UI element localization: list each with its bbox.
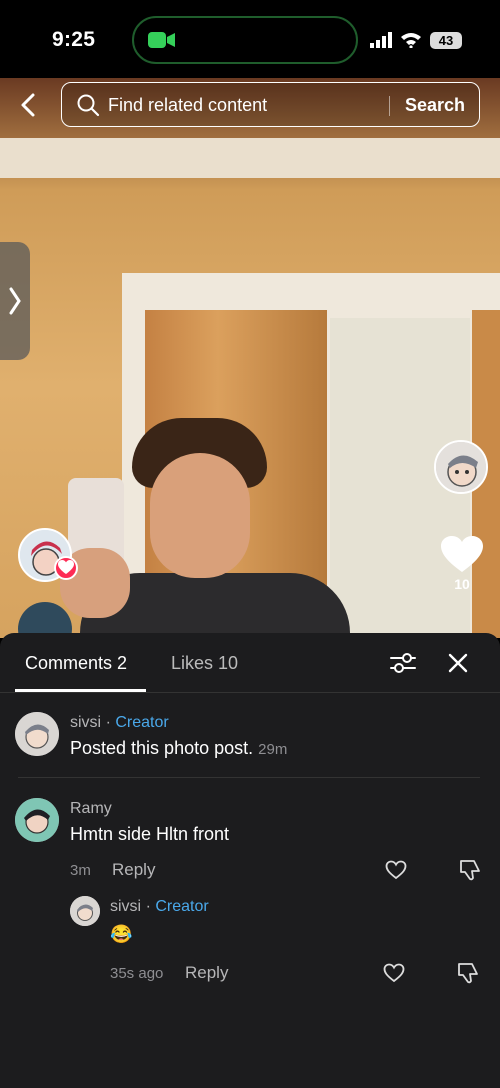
comment-text: Hmtn side Hltn front xyxy=(70,824,230,844)
search-divider xyxy=(389,96,390,116)
comment-text: Posted this photo post. xyxy=(70,738,254,758)
commenter-avatar[interactable] xyxy=(15,712,59,756)
search-icon xyxy=(77,94,100,117)
tab-likes[interactable]: Likes 10 xyxy=(171,653,238,674)
name-separator: · xyxy=(145,898,151,915)
creator-avatar[interactable] xyxy=(434,440,488,494)
heart-outline-icon[interactable] xyxy=(383,963,405,983)
chevron-right-icon xyxy=(9,287,21,315)
like-count: 10 xyxy=(454,576,470,592)
liked-heart-badge xyxy=(54,556,78,580)
reply-text: 😂 xyxy=(110,924,133,944)
heart-outline-icon[interactable] xyxy=(385,860,407,880)
cartoon-avatar-icon xyxy=(15,712,59,756)
battery-indicator: 43 xyxy=(430,31,462,49)
status-bar: 9:25 43 xyxy=(0,0,500,78)
heart-icon xyxy=(58,560,74,574)
wifi-icon xyxy=(401,33,421,48)
dynamic-island xyxy=(132,16,358,64)
dislike-icon[interactable] xyxy=(456,962,480,984)
reply-button[interactable]: Reply xyxy=(112,860,155,880)
creator-badge: Creator xyxy=(115,714,169,731)
author-name[interactable]: sivsi xyxy=(70,714,101,731)
status-time: 9:25 xyxy=(52,28,96,51)
video-camera-icon xyxy=(148,32,175,48)
status-icons: 43 xyxy=(370,30,462,50)
reply-time: 35s ago xyxy=(110,965,164,982)
close-icon[interactable] xyxy=(447,652,469,674)
cartoon-avatar-icon xyxy=(70,896,100,926)
panel-tabs: Comments 2 Likes 10 xyxy=(0,633,500,693)
side-panel-handle[interactable] xyxy=(0,242,30,360)
comment-divider xyxy=(18,777,480,778)
author-name[interactable]: sivsi xyxy=(110,898,141,915)
heart-icon[interactable] xyxy=(441,536,483,574)
comment-body: Posted this photo post. 29m xyxy=(70,738,287,759)
name-separator: · xyxy=(105,714,111,731)
back-arrow-icon[interactable] xyxy=(14,90,44,120)
creator-badge: Creator xyxy=(155,898,209,915)
post-photo[interactable] xyxy=(0,78,500,638)
commenter-avatar[interactable] xyxy=(15,798,59,842)
comment-author[interactable]: sivsi · Creator xyxy=(70,714,169,732)
comment-time: 29m xyxy=(258,741,288,758)
commenter-avatar[interactable] xyxy=(70,896,100,926)
comments-panel: Comments 2 Likes 10 xyxy=(0,633,500,1088)
search-input[interactable]: Find related content xyxy=(108,95,267,116)
reply-author[interactable]: sivsi · Creator xyxy=(110,898,209,916)
tab-comments[interactable]: Comments 2 xyxy=(25,653,127,674)
dislike-icon[interactable] xyxy=(458,859,482,881)
signal-icon xyxy=(370,32,392,48)
cartoon-avatar-icon xyxy=(15,798,59,842)
reply-button[interactable]: Reply xyxy=(185,963,228,983)
search-bar[interactable]: Find related content Search xyxy=(61,82,480,127)
filter-sliders-icon[interactable] xyxy=(390,651,416,675)
comment-author[interactable]: Ramy xyxy=(70,800,112,818)
active-tab-indicator xyxy=(15,689,146,692)
search-button[interactable]: Search xyxy=(405,95,465,116)
comment-time: 3m xyxy=(70,862,91,879)
